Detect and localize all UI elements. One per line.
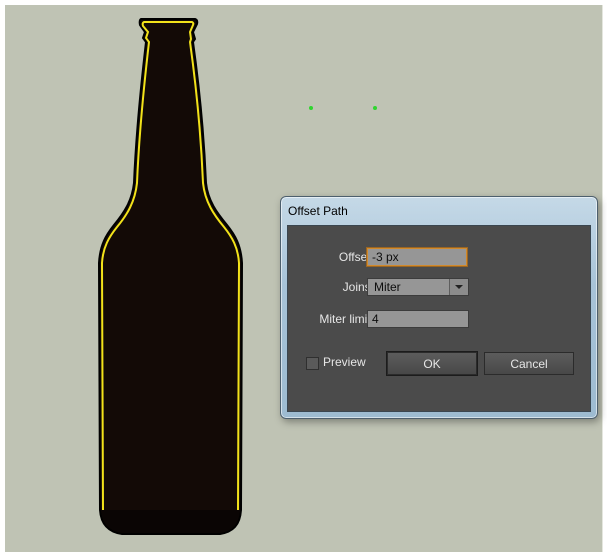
ok-button[interactable]: OK (387, 352, 477, 375)
miter-limit-label: Miter limit: (319, 312, 374, 326)
joins-dropdown[interactable]: Miter (367, 278, 469, 296)
bottle-shadow (101, 510, 240, 533)
joins-value: Miter (374, 280, 401, 294)
anchor-point[interactable] (309, 106, 313, 110)
preview-checkbox[interactable] (306, 357, 319, 370)
chevron-down-icon[interactable] (449, 279, 468, 295)
offset-input[interactable]: -3 px (367, 248, 467, 266)
cancel-button[interactable]: Cancel (484, 352, 574, 375)
dialog-title: Offset Path (288, 204, 348, 218)
bottle-body[interactable] (97, 18, 244, 535)
preview-label[interactable]: Preview (323, 355, 366, 369)
offset-path-dialog: Offset Path Offset: -3 px Joins: Miter M… (280, 196, 598, 419)
anchor-point[interactable] (373, 106, 377, 110)
miter-limit-input[interactable]: 4 (367, 310, 469, 328)
dialog-body: Offset: -3 px Joins: Miter Miter limit: … (287, 225, 591, 412)
